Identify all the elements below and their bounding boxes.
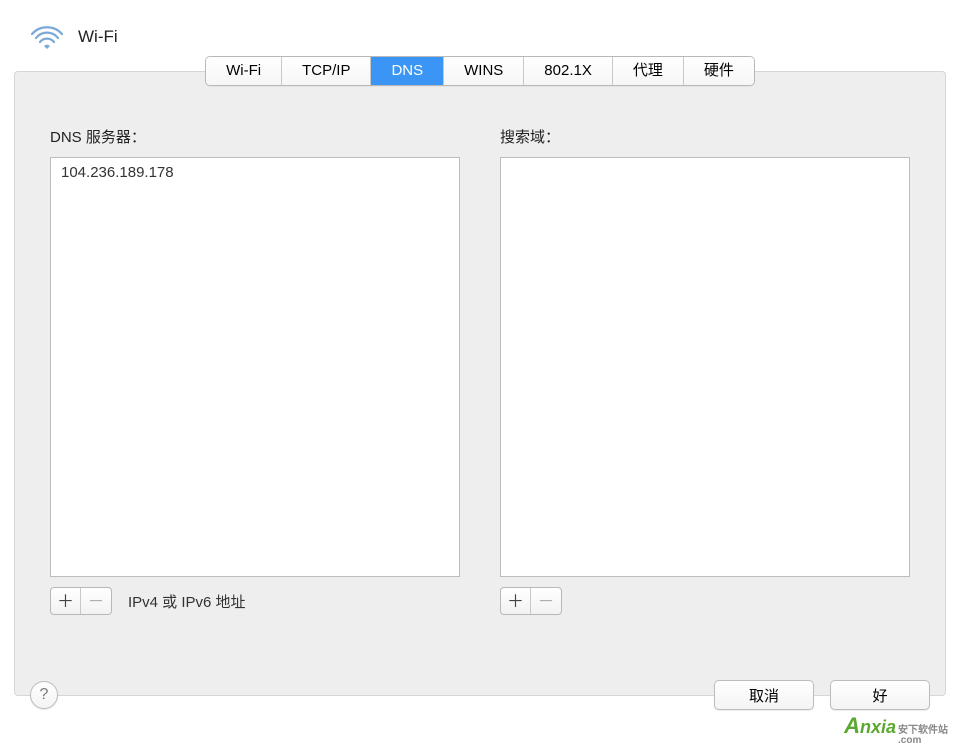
dns-list-footer: ＋ － IPv4 或 IPv6 地址 (50, 587, 460, 615)
page-title: Wi-Fi (78, 27, 118, 47)
tab-wins[interactable]: WINS (444, 57, 524, 85)
watermark-sub: 安下软件站 .com (898, 726, 948, 746)
ok-button[interactable]: 好 (830, 680, 930, 710)
search-add-button[interactable]: ＋ (501, 588, 531, 614)
search-domains-column: 搜索域： ＋ － (500, 126, 910, 615)
tab-wifi[interactable]: Wi-Fi (206, 57, 282, 85)
dns-servers-list[interactable]: 104.236.189.178 (50, 157, 460, 577)
search-add-remove-group: ＋ － (500, 587, 562, 615)
wifi-icon (30, 24, 64, 50)
search-list-footer: ＋ － (500, 587, 910, 615)
tab-proxy[interactable]: 代理 (613, 57, 684, 85)
tab-bar: Wi-Fi TCP/IP DNS WINS 802.1X 代理 硬件 (205, 56, 755, 86)
dns-add-remove-group: ＋ － (50, 587, 112, 615)
dns-servers-label: DNS 服务器： (50, 126, 460, 147)
dns-hint: IPv4 或 IPv6 地址 (128, 591, 246, 612)
dns-add-button[interactable]: ＋ (51, 588, 81, 614)
help-button[interactable]: ? (30, 681, 58, 709)
search-domains-list[interactable] (500, 157, 910, 577)
tab-hardware[interactable]: 硬件 (684, 57, 754, 85)
search-remove-button[interactable]: － (531, 588, 561, 614)
watermark: Anxia 安下软件站 .com (844, 713, 948, 746)
dns-remove-button[interactable]: － (81, 588, 111, 614)
header: Wi-Fi (0, 0, 960, 56)
dns-server-item[interactable]: 104.236.189.178 (51, 162, 459, 183)
watermark-com: .com (898, 735, 921, 746)
footer: ? 取消 好 (0, 680, 960, 710)
search-domains-label: 搜索域： (500, 126, 910, 147)
tab-tcpip[interactable]: TCP/IP (282, 57, 371, 85)
watermark-letter-a: A (844, 713, 860, 739)
tab-8021x[interactable]: 802.1X (524, 57, 613, 85)
content-area: DNS 服务器： 104.236.189.178 ＋ － IPv4 或 IPv6… (0, 86, 960, 635)
tab-dns[interactable]: DNS (371, 57, 444, 85)
watermark-rest: nxia (860, 717, 896, 738)
cancel-button[interactable]: 取消 (714, 680, 814, 710)
dns-servers-column: DNS 服务器： 104.236.189.178 ＋ － IPv4 或 IPv6… (50, 126, 460, 615)
